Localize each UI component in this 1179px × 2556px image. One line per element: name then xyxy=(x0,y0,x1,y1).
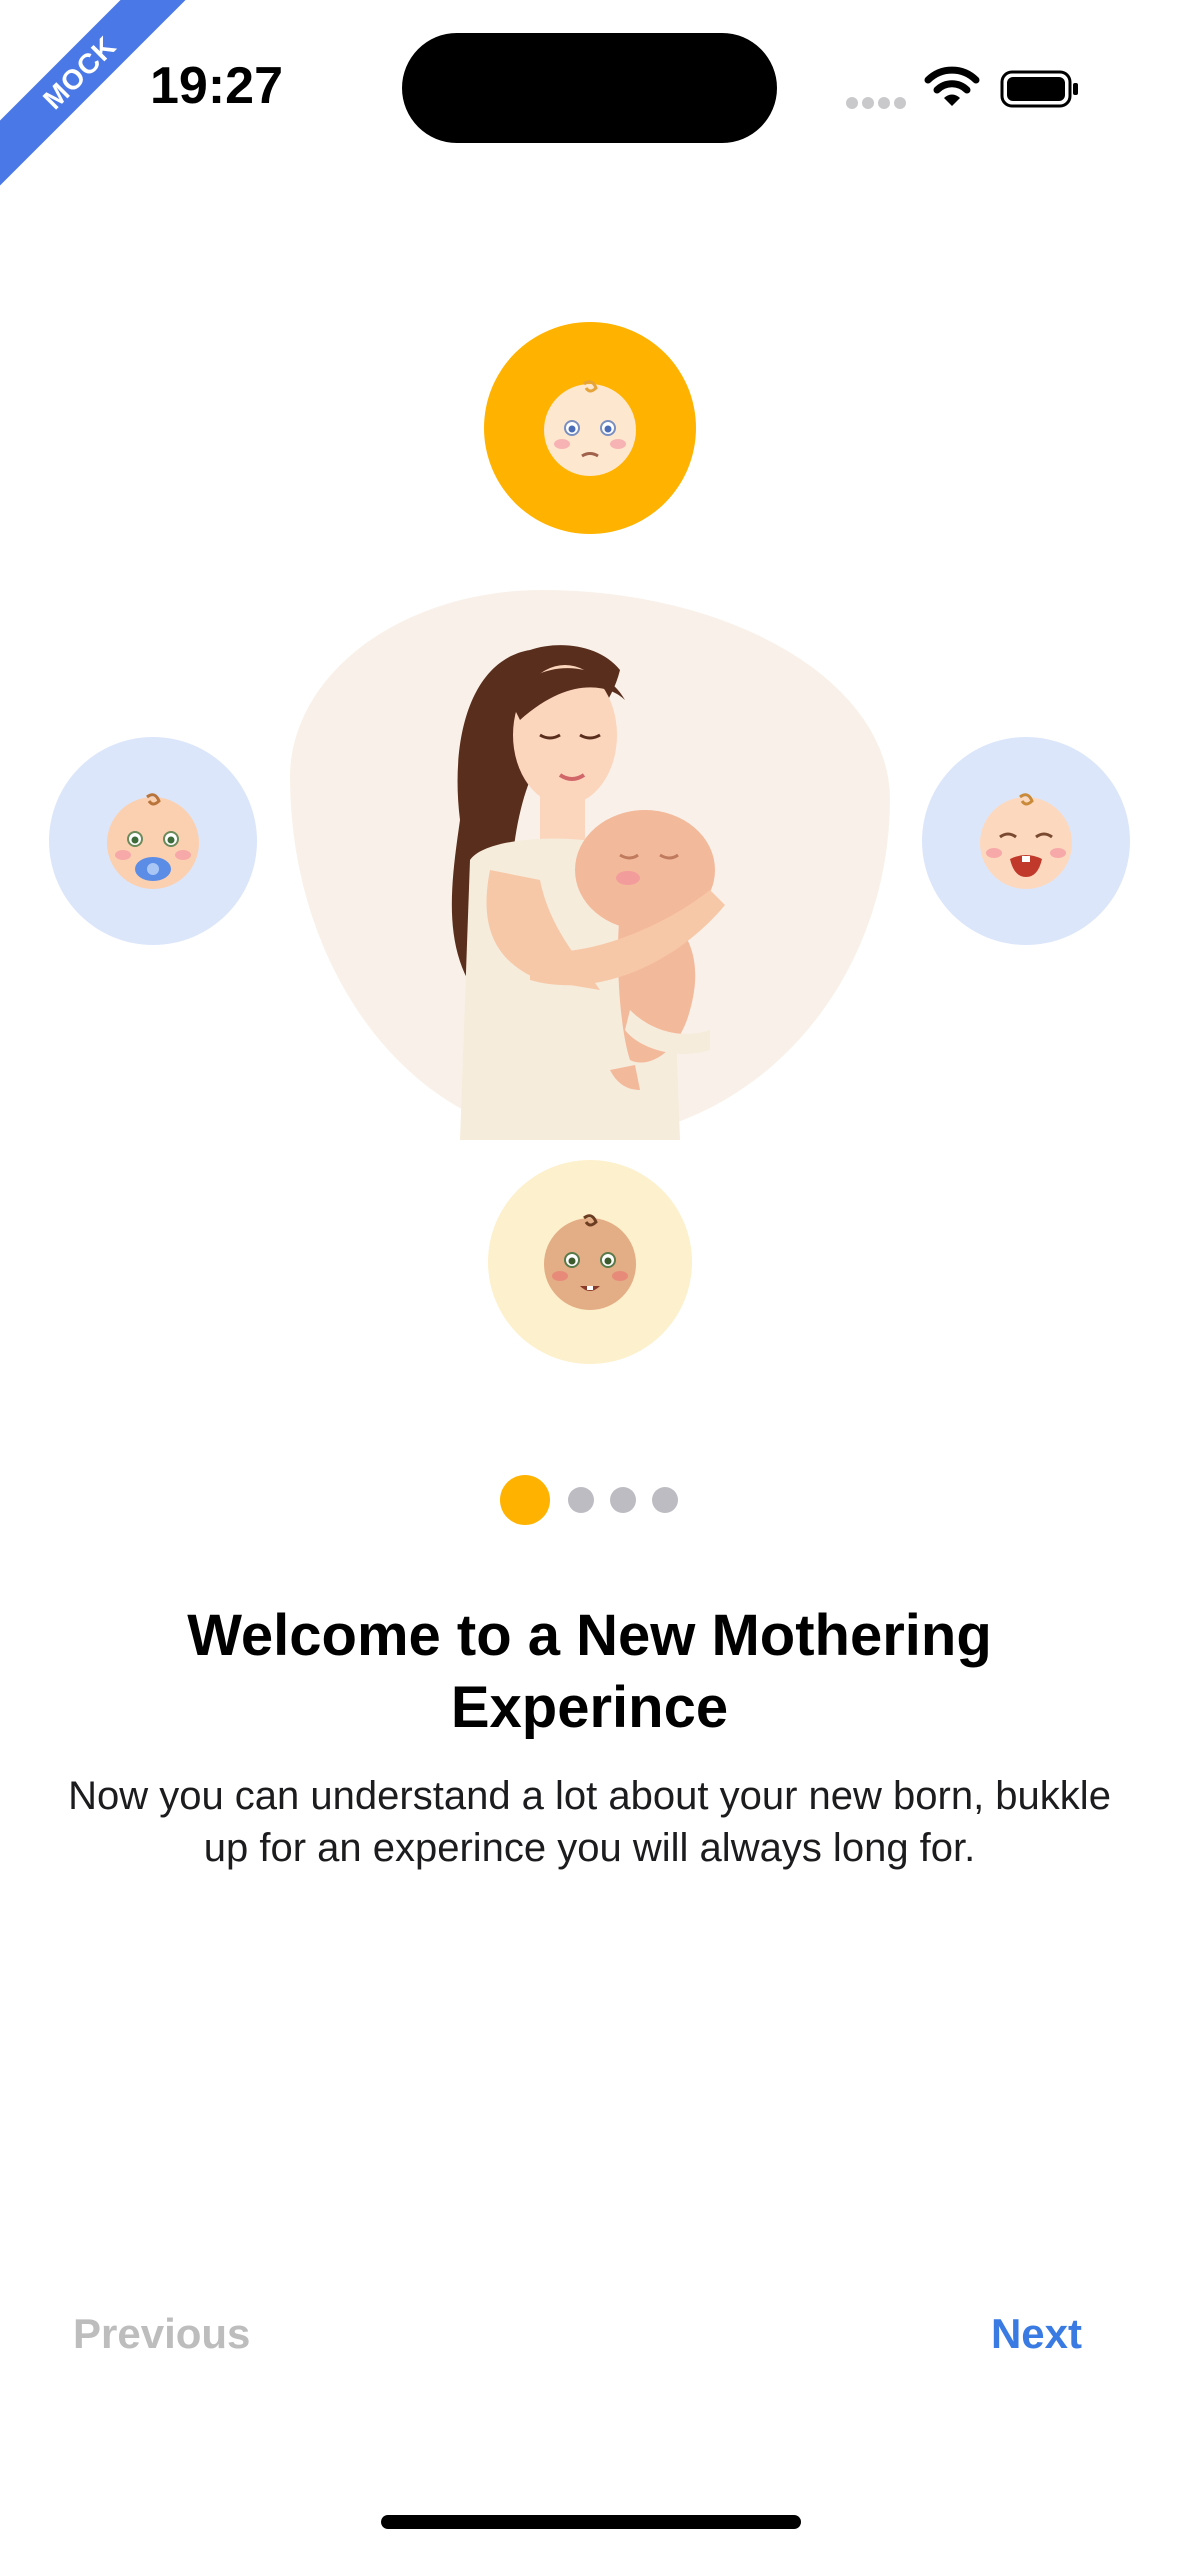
baby-pacifier-icon xyxy=(107,793,199,889)
wifi-icon xyxy=(924,66,980,106)
crying-baby-icon xyxy=(980,793,1072,889)
crying-baby-avatar xyxy=(922,737,1130,945)
signal-icon xyxy=(846,96,910,114)
home-indicator[interactable] xyxy=(381,2515,801,2529)
battery-icon xyxy=(1000,70,1078,108)
next-button[interactable]: Next xyxy=(991,2310,1082,2358)
page-dot-1[interactable] xyxy=(500,1475,550,1525)
page-dot-2[interactable] xyxy=(568,1487,594,1513)
smiling-baby-avatar xyxy=(488,1160,692,1364)
dynamic-island xyxy=(402,33,777,143)
baby-with-pacifier-avatar xyxy=(49,737,257,945)
previous-button[interactable]: Previous xyxy=(73,2310,250,2358)
onboarding-subtitle: Now you can understand a lot about your … xyxy=(68,1774,1111,1870)
smiling-baby-icon xyxy=(544,1214,636,1310)
page-indicator xyxy=(500,1475,694,1525)
baby-face-icon xyxy=(544,380,636,476)
baby-face-avatar-top xyxy=(484,322,696,534)
mock-ribbon: MOCK xyxy=(0,0,240,240)
page-dot-3[interactable] xyxy=(610,1487,636,1513)
mother-holding-baby-image xyxy=(451,645,725,1140)
status-time: 19:27 xyxy=(150,57,283,115)
page-dot-4[interactable] xyxy=(652,1487,678,1513)
onboarding-title: Welcome to a New Mothering Experince xyxy=(187,1603,992,1740)
